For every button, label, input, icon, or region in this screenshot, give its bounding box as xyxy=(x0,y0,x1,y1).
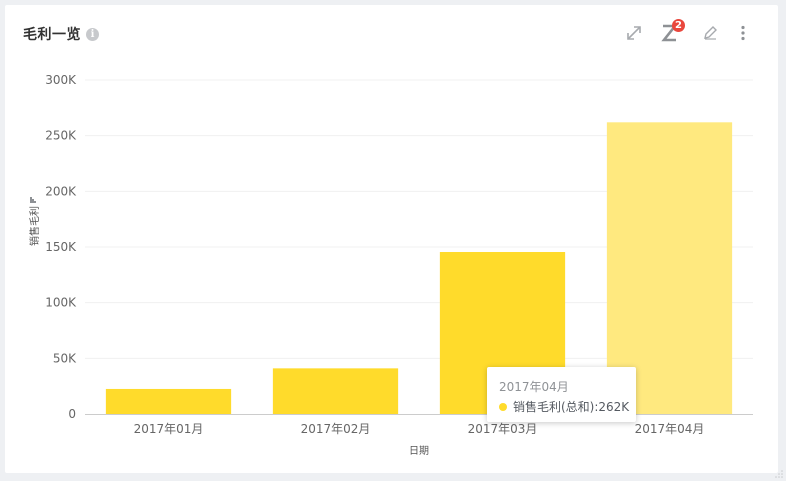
sort-icon[interactable] xyxy=(30,197,36,203)
tooltip-value: 销售毛利(总和):262K xyxy=(513,400,630,414)
x-tick-label: 2017年01月 xyxy=(134,422,204,436)
tooltip-title: 2017年04月 xyxy=(499,380,569,394)
y-tick-label: 150K xyxy=(45,240,77,254)
series-color-dot xyxy=(499,402,507,411)
bar xyxy=(105,388,232,414)
y-axis-title: 销售毛利 xyxy=(28,206,41,246)
bar-chart: 0 50K 100K 150K 200K 250K 300K 2017年01月 2017年02月… xyxy=(28,73,753,457)
resize-grip-icon[interactable] xyxy=(775,470,783,478)
y-tick-label: 200K xyxy=(45,184,77,198)
x-axis-title: 日期 xyxy=(409,445,429,457)
y-tick-label: 50K xyxy=(53,351,77,365)
bar xyxy=(272,368,399,414)
y-tick-label: 100K xyxy=(45,296,77,310)
y-tick-label: 0 xyxy=(68,407,76,421)
x-tick-label: 2017年02月 xyxy=(301,422,371,436)
y-tick-label: 250K xyxy=(45,129,77,143)
tooltip-row: 销售毛利(总和):262K xyxy=(499,398,629,415)
x-tick-label: 2017年03月 xyxy=(468,422,538,436)
x-tick-label: 2017年04月 xyxy=(635,422,705,436)
chart-tooltip: 2017年04月 销售毛利(总和):262K xyxy=(487,367,636,422)
y-tick-label: 300K xyxy=(45,73,77,87)
